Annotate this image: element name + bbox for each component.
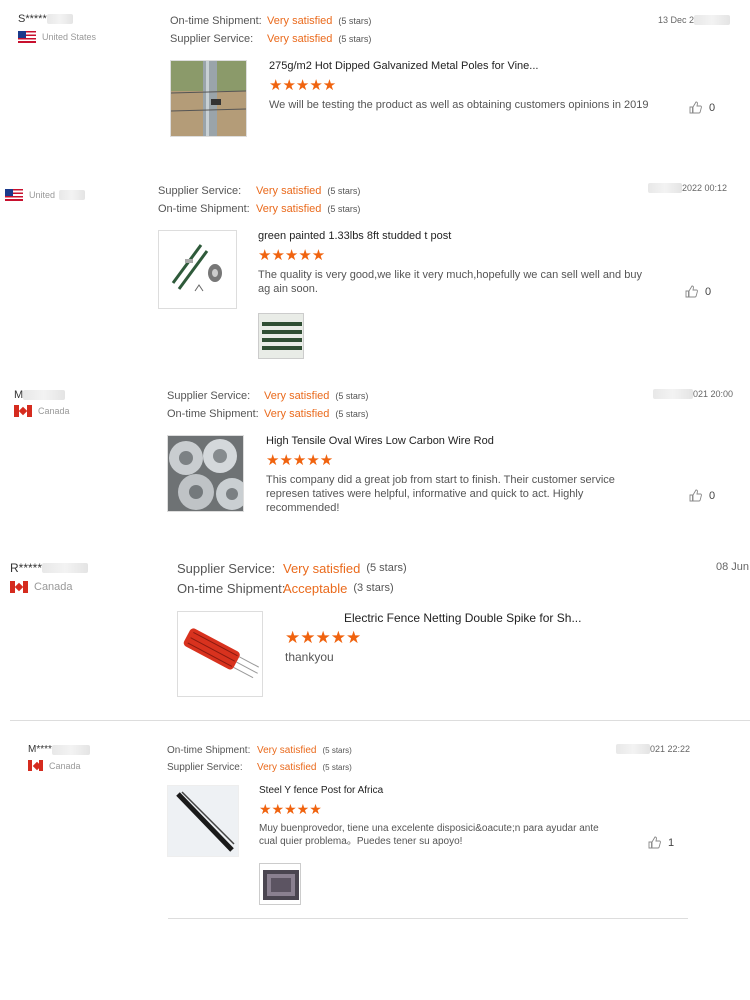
thumbs-up-icon: [689, 489, 702, 502]
rating-row: On-time Shipment: Very satisfied (5 stars): [158, 203, 361, 215]
like-button[interactable]: 1: [648, 836, 674, 849]
reviewer-country: Canada: [28, 760, 90, 771]
product-thumbnail[interactable]: [167, 785, 239, 857]
review-body: 275g/m2 Hot Dipped Galvanized Metal Pole…: [269, 60, 649, 112]
like-count: 0: [709, 101, 716, 114]
review-body: Electric Fence Netting Double Spike for …: [285, 611, 685, 664]
reviewer-info: United: [5, 183, 86, 201]
review-photo[interactable]: [258, 313, 304, 359]
rating-row: Supplier Service: Very satisfied (5 stars): [177, 560, 407, 576]
reviewer-name: M****: [28, 744, 90, 755]
reviewer-country: United States: [18, 31, 96, 43]
product-thumbnail[interactable]: [158, 230, 237, 309]
product-thumbnail[interactable]: [177, 611, 263, 697]
like-button[interactable]: 0: [685, 285, 711, 298]
product-title[interactable]: Steel Y fence Post for Africa: [259, 785, 609, 796]
reviewer-info: M Canada: [14, 389, 70, 417]
review-text: The quality is very good,we like it very…: [258, 269, 642, 295]
like-count: 0: [705, 285, 712, 298]
star-rating: ★★★★★: [269, 77, 337, 94]
ratings: On-time Shipment: Very satisfied (5 stars)…: [170, 12, 371, 48]
ratings: On-time Shipment: Very satisfied (5 stars)…: [167, 742, 352, 776]
product-thumbnail[interactable]: [170, 60, 247, 137]
rating-row: Supplier Service: Very satisfied (5 stars): [170, 33, 372, 45]
attachment-image: [260, 864, 300, 904]
review-item: R***** Canada Supplier Service: Very sati…: [0, 550, 750, 720]
product-title[interactable]: Electric Fence Netting Double Spike for …: [344, 611, 685, 625]
reviewer-country: Canada: [14, 405, 70, 417]
review-body: Steel Y fence Post for Africa ★★★★★ Muy …: [259, 785, 609, 848]
reviewer-name: R*****: [10, 561, 89, 575]
star-rating: ★★★★★: [266, 452, 334, 469]
review-text: We will be testing the product as well a…: [269, 99, 649, 111]
rating-row: On-time Shipment: Very satisfied (5 stars): [167, 745, 352, 756]
reviewer-name: S*****: [18, 13, 96, 25]
fence-post-image: [171, 61, 246, 136]
review-item: S***** United States On-time Shipment: Ve…: [0, 0, 750, 170]
review-date: 08 Jun: [716, 561, 750, 573]
section-divider: [10, 720, 750, 721]
thumbs-up-icon: [648, 836, 661, 849]
ratings: Supplier Service: Very satisfied (5 stars)…: [167, 387, 368, 423]
rating-row: On-time Shipment: Very satisfied (5 stars): [170, 15, 372, 27]
wire-coil-image: [168, 436, 243, 511]
product-title[interactable]: High Tensile Oval Wires Low Carbon Wire …: [266, 435, 651, 447]
product-title[interactable]: green painted 1.33lbs 8ft studded t post: [258, 230, 643, 242]
us-flag-icon: [18, 31, 36, 43]
like-count: 0: [709, 489, 716, 502]
review-body: High Tensile Oval Wires Low Carbon Wire …: [266, 435, 651, 515]
reviewer-info: S***** United States: [18, 13, 96, 43]
reviewer-info: R***** Canada: [10, 561, 89, 593]
canada-flag-icon: [14, 405, 32, 417]
rating-row: Supplier Service: Very satisfied (5 stars): [158, 185, 361, 197]
review-photo[interactable]: [259, 863, 301, 905]
review-item: United Supplier Service: Very satisfied (5…: [0, 170, 750, 370]
like-button[interactable]: 0: [689, 489, 715, 502]
reviewer-country: United: [5, 189, 86, 201]
ratings: Supplier Service: Very satisfied (5 stars)…: [158, 182, 360, 218]
star-rating: ★★★★★: [259, 801, 322, 817]
rating-row: On-time Shipment: Very satisfied (5 stars): [167, 408, 369, 420]
reviewer-info: M**** Canada: [28, 744, 90, 771]
product-title[interactable]: 275g/m2 Hot Dipped Galvanized Metal Pole…: [269, 60, 649, 72]
review-date: 13 Dec 2: [658, 15, 731, 25]
us-flag-icon: [5, 189, 23, 201]
review-body: green painted 1.33lbs 8ft studded t post…: [258, 230, 643, 296]
section-divider: [168, 918, 688, 919]
review-item: M**** Canada On-time Shipment: Very satis…: [0, 730, 750, 920]
rating-row: On-time Shipment: Acceptable (3 stars): [177, 580, 394, 596]
fence-netting-image: [178, 612, 262, 696]
review-date: 021 20:00: [653, 389, 733, 399]
thumbs-up-icon: [689, 101, 702, 114]
reviewer-country: Canada: [10, 581, 88, 593]
thumbs-up-icon: [685, 285, 698, 298]
star-rating: ★★★★★: [258, 247, 326, 264]
attachment-image: [259, 314, 303, 358]
review-date: 2022 00:12: [648, 183, 727, 193]
like-count: 1: [668, 836, 675, 849]
reviewer-name: M: [14, 389, 70, 401]
review-text: Muy buenprovedor, tiene una excelente di…: [259, 823, 599, 847]
star-rating: ★★★★★: [285, 628, 362, 647]
product-thumbnail[interactable]: [167, 435, 244, 512]
review-date: 021 22:22: [616, 744, 690, 754]
rating-row: Supplier Service: Very satisfied (5 stars): [167, 762, 352, 773]
rating-row: Supplier Service: Very satisfied (5 stars): [167, 390, 369, 402]
ratings: Supplier Service: Very satisfied (5 stars)…: [177, 558, 407, 598]
review-text: This company did a great job from start …: [266, 474, 615, 514]
review-text: thankyou: [285, 650, 334, 664]
review-item: M Canada Supplier Service: Very satisfied…: [0, 380, 750, 540]
t-post-image: [159, 231, 236, 308]
canada-flag-icon: [10, 581, 28, 593]
canada-flag-icon: [28, 760, 43, 771]
like-button[interactable]: 0: [689, 101, 715, 114]
y-post-image: [168, 786, 238, 856]
